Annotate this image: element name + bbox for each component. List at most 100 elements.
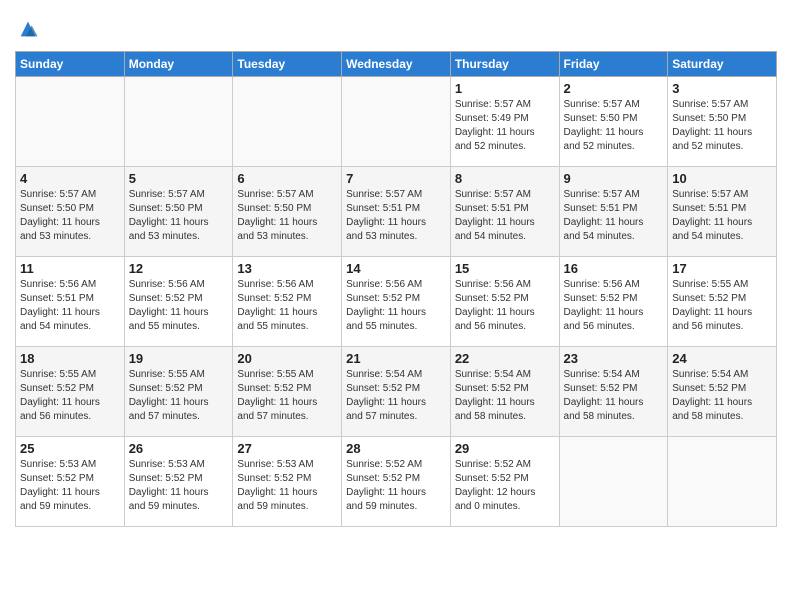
day-number: 21: [346, 351, 446, 366]
day-number: 14: [346, 261, 446, 276]
column-header-tuesday: Tuesday: [233, 52, 342, 77]
week-row-3: 11 Sunrise: 5:56 AM Sunset: 5:51 PM Dayli…: [16, 257, 777, 347]
week-row-2: 4 Sunrise: 5:57 AM Sunset: 5:50 PM Daylig…: [16, 167, 777, 257]
day-number: 26: [129, 441, 229, 456]
week-row-5: 25Sunrise: 5:53 AM Sunset: 5:52 PM Dayli…: [16, 437, 777, 527]
cell-content: Sunrise: 5:57 AM Sunset: 5:50 PM Dayligh…: [672, 98, 772, 154]
day-number: 5: [129, 171, 229, 186]
calendar-cell: [559, 437, 668, 527]
day-number: 22: [455, 351, 555, 366]
day-number: 17: [672, 261, 772, 276]
calendar-table: SundayMondayTuesdayWednesdayThursdayFrid…: [15, 51, 777, 527]
calendar-cell: 17 Sunrise: 5:55 AM Sunset: 5:52 PM Dayli…: [668, 257, 777, 347]
week-row-1: 1Sunrise: 5:57 AM Sunset: 5:49 PM Daylig…: [16, 77, 777, 167]
day-number: 29: [455, 441, 555, 456]
day-number: 9: [564, 171, 664, 186]
cell-content: Sunrise: 5:56 AM Sunset: 5:52 PM Dayligh…: [129, 278, 229, 334]
cell-content: Sunrise: 5:56 AM Sunset: 5:52 PM Dayligh…: [237, 278, 337, 334]
calendar-cell: 23 Sunrise: 5:54 AM Sunset: 5:52 PM Dayli…: [559, 347, 668, 437]
calendar-cell: [668, 437, 777, 527]
cell-content: Sunrise: 5:55 AM Sunset: 5:52 PM Dayligh…: [237, 368, 337, 424]
cell-content: Sunrise: 5:57 AM Sunset: 5:49 PM Dayligh…: [455, 98, 555, 154]
calendar-cell: [233, 77, 342, 167]
cell-content: Sunrise: 5:57 AM Sunset: 5:50 PM Dayligh…: [20, 188, 120, 244]
week-row-4: 18 Sunrise: 5:55 AM Sunset: 5:52 PM Dayli…: [16, 347, 777, 437]
day-number: 2: [564, 81, 664, 96]
column-header-monday: Monday: [124, 52, 233, 77]
calendar-body: 1Sunrise: 5:57 AM Sunset: 5:49 PM Daylig…: [16, 77, 777, 527]
calendar-cell: [342, 77, 451, 167]
day-number: 3: [672, 81, 772, 96]
day-number: 27: [237, 441, 337, 456]
day-number: 7: [346, 171, 446, 186]
calendar-cell: 6 Sunrise: 5:57 AM Sunset: 5:50 PM Daylig…: [233, 167, 342, 257]
calendar-cell: 1Sunrise: 5:57 AM Sunset: 5:49 PM Daylig…: [450, 77, 559, 167]
cell-content: Sunrise: 5:57 AM Sunset: 5:51 PM Dayligh…: [346, 188, 446, 244]
cell-content: Sunrise: 5:53 AM Sunset: 5:52 PM Dayligh…: [237, 458, 337, 514]
calendar-cell: 15 Sunrise: 5:56 AM Sunset: 5:52 PM Dayli…: [450, 257, 559, 347]
cell-content: Sunrise: 5:55 AM Sunset: 5:52 PM Dayligh…: [129, 368, 229, 424]
column-header-saturday: Saturday: [668, 52, 777, 77]
calendar-cell: 22 Sunrise: 5:54 AM Sunset: 5:52 PM Dayli…: [450, 347, 559, 437]
cell-content: Sunrise: 5:57 AM Sunset: 5:51 PM Dayligh…: [564, 188, 664, 244]
cell-content: Sunrise: 5:56 AM Sunset: 5:52 PM Dayligh…: [564, 278, 664, 334]
calendar-cell: 8Sunrise: 5:57 AM Sunset: 5:51 PM Daylig…: [450, 167, 559, 257]
calendar-cell: 27 Sunrise: 5:53 AM Sunset: 5:52 PM Dayli…: [233, 437, 342, 527]
calendar-cell: 19 Sunrise: 5:55 AM Sunset: 5:52 PM Dayli…: [124, 347, 233, 437]
cell-content: Sunrise: 5:56 AM Sunset: 5:52 PM Dayligh…: [455, 278, 555, 334]
cell-content: Sunrise: 5:55 AM Sunset: 5:52 PM Dayligh…: [672, 278, 772, 334]
calendar-cell: 21Sunrise: 5:54 AM Sunset: 5:52 PM Dayli…: [342, 347, 451, 437]
calendar-cell: 13 Sunrise: 5:56 AM Sunset: 5:52 PM Dayli…: [233, 257, 342, 347]
cell-content: Sunrise: 5:57 AM Sunset: 5:50 PM Dayligh…: [237, 188, 337, 244]
calendar-cell: 26Sunrise: 5:53 AM Sunset: 5:52 PM Dayli…: [124, 437, 233, 527]
calendar-cell: 4 Sunrise: 5:57 AM Sunset: 5:50 PM Daylig…: [16, 167, 125, 257]
day-number: 15: [455, 261, 555, 276]
calendar-cell: [124, 77, 233, 167]
calendar-cell: 5 Sunrise: 5:57 AM Sunset: 5:50 PM Daylig…: [124, 167, 233, 257]
cell-content: Sunrise: 5:55 AM Sunset: 5:52 PM Dayligh…: [20, 368, 120, 424]
column-headers: SundayMondayTuesdayWednesdayThursdayFrid…: [16, 52, 777, 77]
calendar-cell: 29 Sunrise: 5:52 AM Sunset: 5:52 PM Dayli…: [450, 437, 559, 527]
cell-content: Sunrise: 5:52 AM Sunset: 5:52 PM Dayligh…: [346, 458, 446, 514]
day-number: 18: [20, 351, 120, 366]
cell-content: Sunrise: 5:52 AM Sunset: 5:52 PM Dayligh…: [455, 458, 555, 514]
day-number: 12: [129, 261, 229, 276]
calendar-cell: 11 Sunrise: 5:56 AM Sunset: 5:51 PM Dayli…: [16, 257, 125, 347]
day-number: 10: [672, 171, 772, 186]
header: [15, 10, 777, 45]
cell-content: Sunrise: 5:56 AM Sunset: 5:52 PM Dayligh…: [346, 278, 446, 334]
calendar-cell: 28Sunrise: 5:52 AM Sunset: 5:52 PM Dayli…: [342, 437, 451, 527]
logo: [15, 18, 39, 45]
cell-content: Sunrise: 5:57 AM Sunset: 5:51 PM Dayligh…: [672, 188, 772, 244]
cell-content: Sunrise: 5:56 AM Sunset: 5:51 PM Dayligh…: [20, 278, 120, 334]
day-number: 24: [672, 351, 772, 366]
day-number: 11: [20, 261, 120, 276]
calendar-cell: 7 Sunrise: 5:57 AM Sunset: 5:51 PM Daylig…: [342, 167, 451, 257]
cell-content: Sunrise: 5:57 AM Sunset: 5:50 PM Dayligh…: [129, 188, 229, 244]
calendar-cell: 10 Sunrise: 5:57 AM Sunset: 5:51 PM Dayli…: [668, 167, 777, 257]
day-number: 19: [129, 351, 229, 366]
day-number: 4: [20, 171, 120, 186]
cell-content: Sunrise: 5:54 AM Sunset: 5:52 PM Dayligh…: [672, 368, 772, 424]
calendar-cell: 3 Sunrise: 5:57 AM Sunset: 5:50 PM Daylig…: [668, 77, 777, 167]
column-header-sunday: Sunday: [16, 52, 125, 77]
logo-icon: [17, 18, 39, 40]
day-number: 20: [237, 351, 337, 366]
column-header-wednesday: Wednesday: [342, 52, 451, 77]
cell-content: Sunrise: 5:57 AM Sunset: 5:51 PM Dayligh…: [455, 188, 555, 244]
day-number: 13: [237, 261, 337, 276]
day-number: 16: [564, 261, 664, 276]
column-header-friday: Friday: [559, 52, 668, 77]
calendar-cell: 14 Sunrise: 5:56 AM Sunset: 5:52 PM Dayli…: [342, 257, 451, 347]
day-number: 6: [237, 171, 337, 186]
calendar-cell: [16, 77, 125, 167]
calendar-cell: 24 Sunrise: 5:54 AM Sunset: 5:52 PM Dayli…: [668, 347, 777, 437]
day-number: 23: [564, 351, 664, 366]
calendar-cell: 2 Sunrise: 5:57 AM Sunset: 5:50 PM Daylig…: [559, 77, 668, 167]
cell-content: Sunrise: 5:54 AM Sunset: 5:52 PM Dayligh…: [455, 368, 555, 424]
cell-content: Sunrise: 5:53 AM Sunset: 5:52 PM Dayligh…: [20, 458, 120, 514]
cell-content: Sunrise: 5:57 AM Sunset: 5:50 PM Dayligh…: [564, 98, 664, 154]
cell-content: Sunrise: 5:54 AM Sunset: 5:52 PM Dayligh…: [564, 368, 664, 424]
calendar-cell: 18 Sunrise: 5:55 AM Sunset: 5:52 PM Dayli…: [16, 347, 125, 437]
calendar-cell: 16 Sunrise: 5:56 AM Sunset: 5:52 PM Dayli…: [559, 257, 668, 347]
